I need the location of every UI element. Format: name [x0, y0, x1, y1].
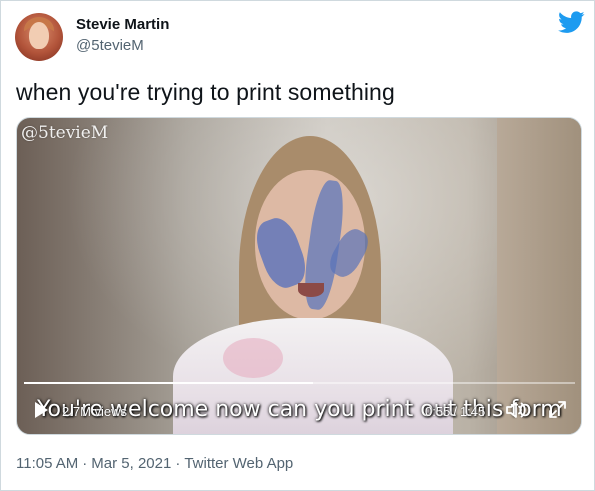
tweet-time[interactable]: 11:05 AM: [16, 455, 78, 472]
video-frame-shirt-paint: [223, 338, 283, 378]
duration: 1:45: [459, 404, 486, 419]
video-player[interactable]: @5tevieM You're welcome now can you prin…: [16, 117, 582, 435]
tweet-meta: 11:05 AM · Mar 5, 2021 · Twitter Web App: [16, 455, 293, 472]
video-frame-door: [497, 118, 581, 434]
video-time: 0:55/1:45: [425, 404, 485, 419]
meta-separator: ·: [175, 455, 181, 472]
tweet-card: Stevie Martin @5tevieM when you're tryin…: [0, 0, 595, 491]
tweet-source[interactable]: Twitter Web App: [184, 455, 293, 472]
tweet-text: when you're trying to print something: [16, 79, 395, 105]
time-separator: /: [453, 404, 457, 419]
view-count: 2.7M views: [62, 404, 128, 419]
video-progress-fill: [24, 382, 313, 384]
expand-icon[interactable]: [548, 400, 567, 419]
video-watermark: @5tevieM: [21, 123, 109, 143]
volume-icon[interactable]: [505, 400, 527, 420]
video-progress-bar[interactable]: [24, 382, 575, 384]
video-controls: 2.7M views 0:55/1:45: [17, 390, 581, 434]
meta-separator: ·: [82, 455, 88, 472]
author-name[interactable]: Stevie Martin: [76, 16, 169, 33]
tweet-date[interactable]: Mar 5, 2021: [91, 455, 171, 472]
avatar[interactable]: [15, 13, 63, 61]
avatar-face: [29, 22, 49, 49]
twitter-bird-icon[interactable]: [558, 11, 585, 34]
current-time: 0:55: [425, 404, 451, 419]
author-handle[interactable]: @5tevieM: [76, 37, 144, 54]
play-icon[interactable]: [35, 402, 48, 418]
video-frame-mouth: [298, 283, 324, 297]
